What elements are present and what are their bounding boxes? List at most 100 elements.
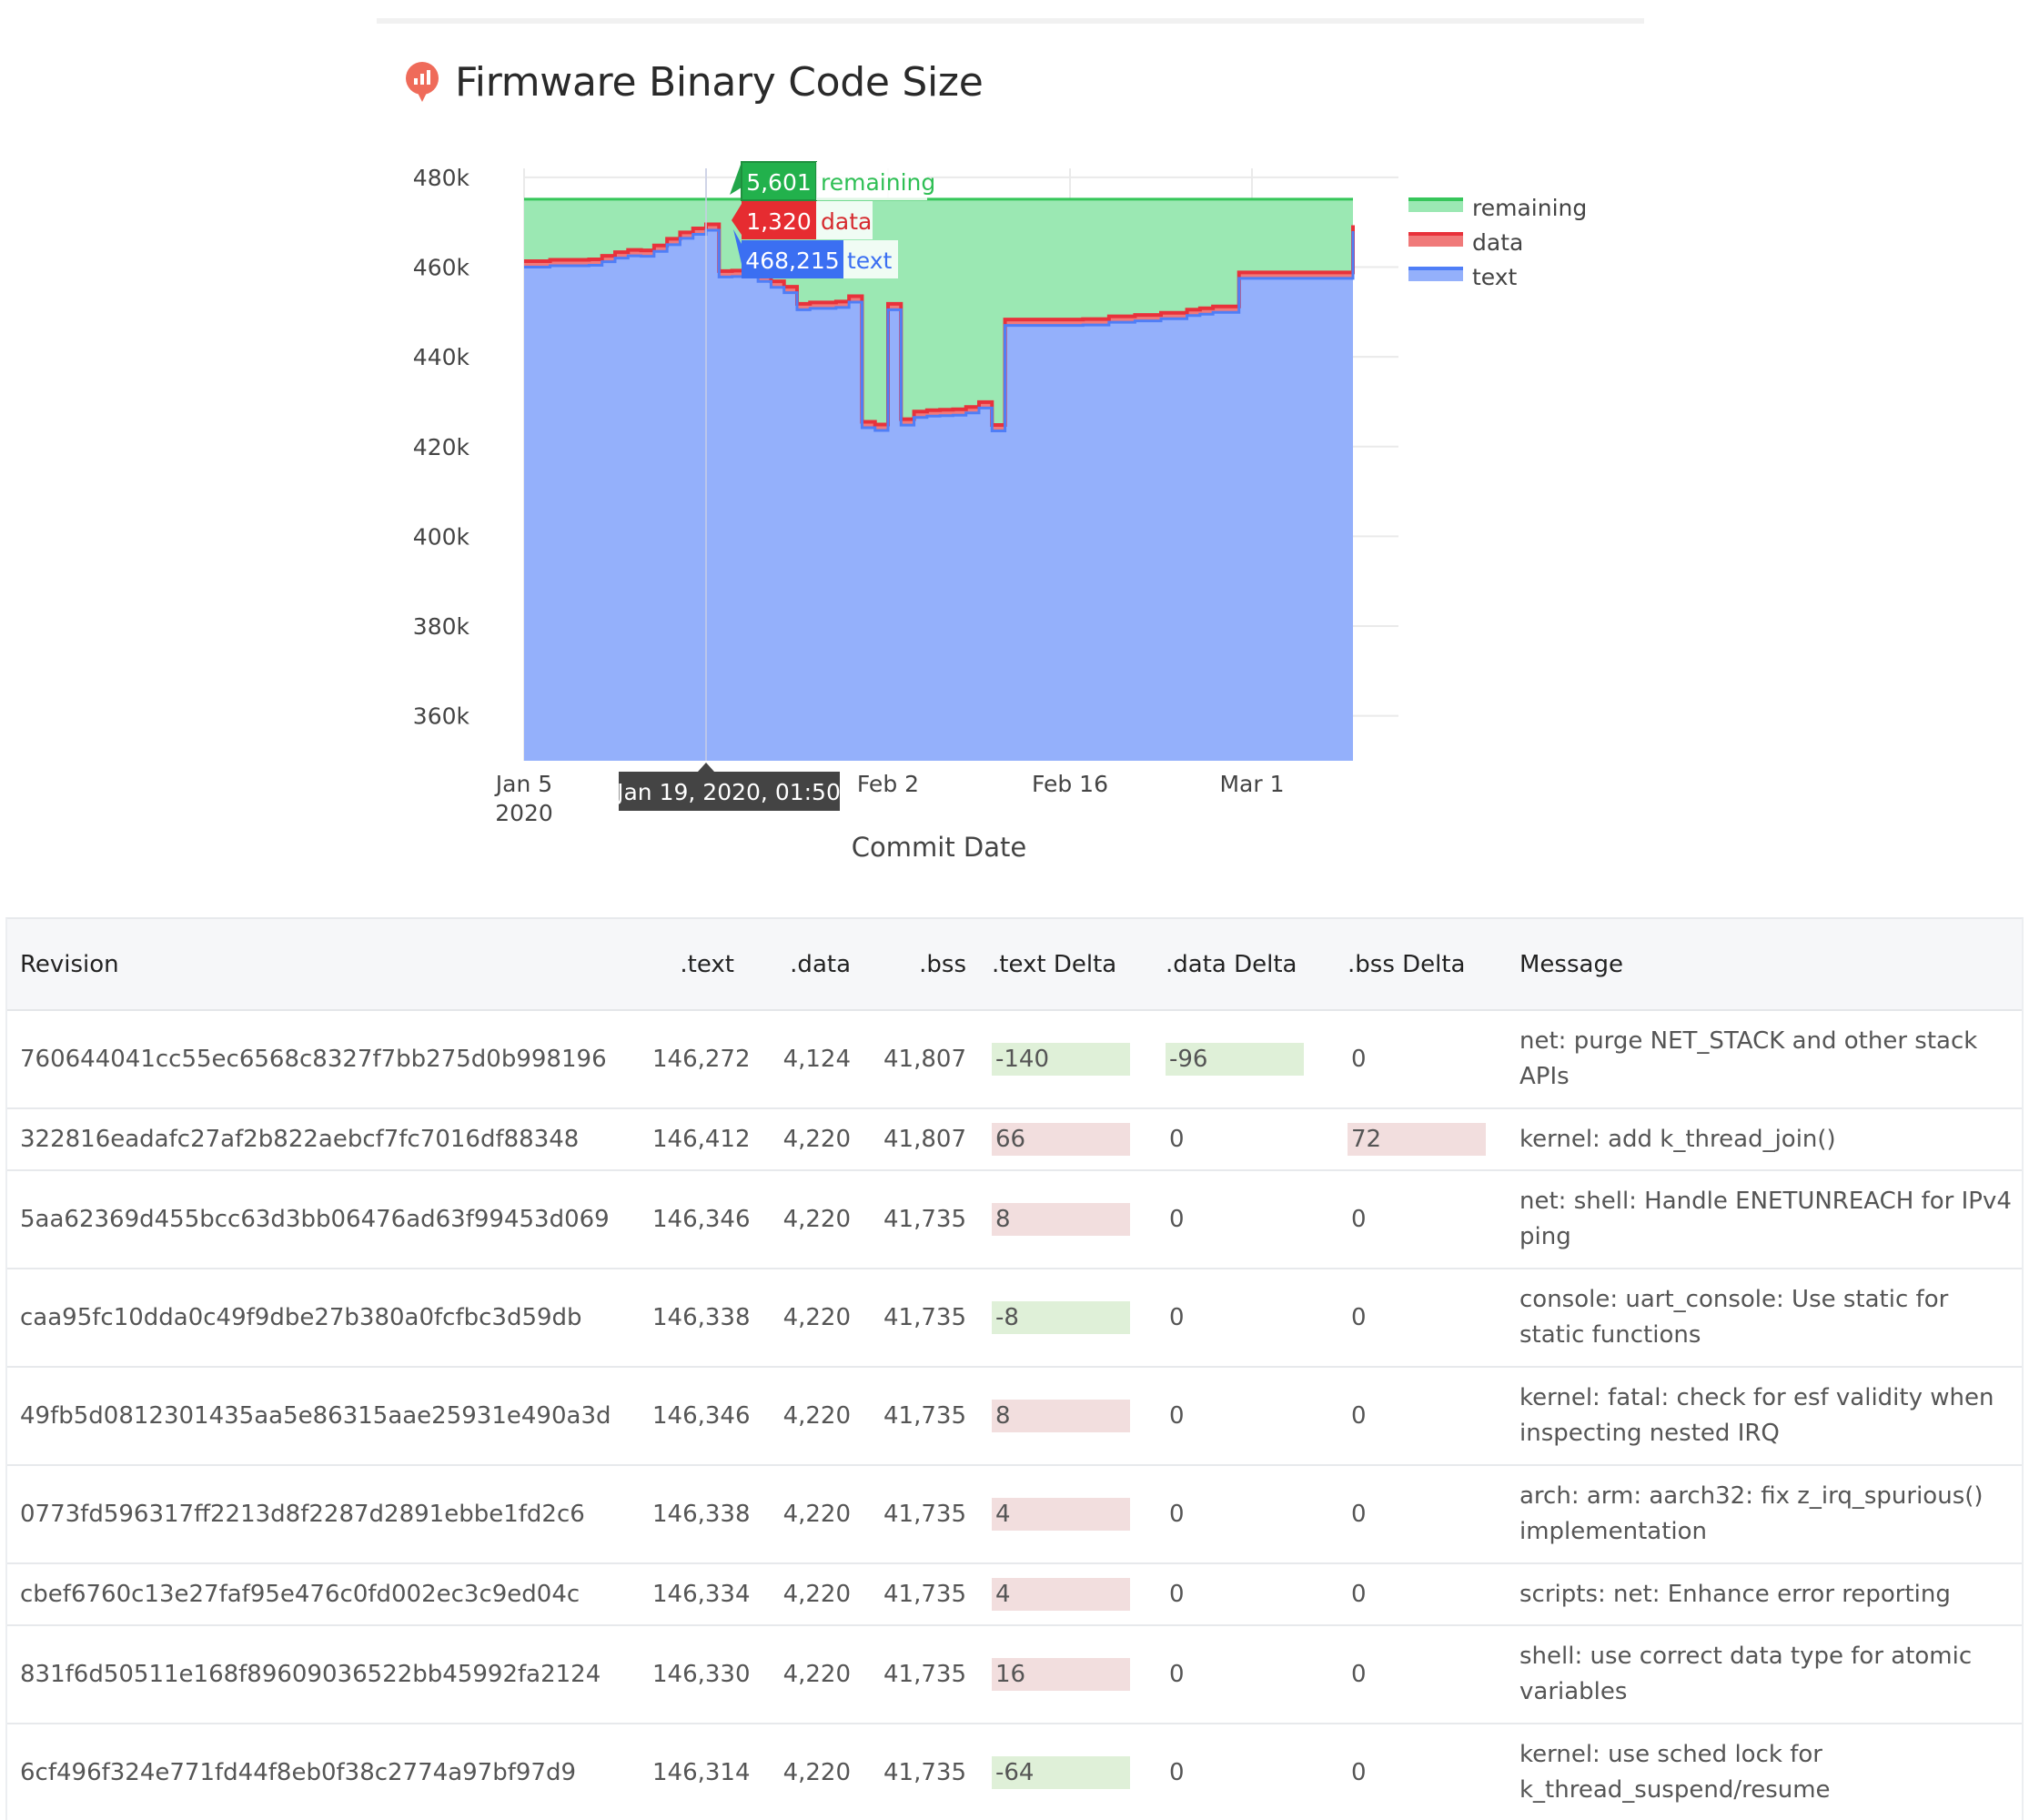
text-delta: 4 — [992, 1577, 1130, 1611]
y-tick-label: 420k — [413, 434, 470, 460]
y-tick-label: 360k — [413, 703, 470, 730]
commit-message: net: shell: Handle ENETUNREACH for IPv4 … — [1507, 1170, 2022, 1269]
text-delta-cell: 4 — [979, 1465, 1153, 1564]
bss-size: 41,735 — [863, 1724, 979, 1820]
table-row[interactable]: 831f6d50511e168f89609036522bb45992fa2124… — [7, 1625, 2022, 1724]
code-size-chart[interactable]: 360k 380k 400k 420k 440k 460k 480k Jan 5 2020 Ja… — [0, 0, 2029, 901]
text-size: 146,314 — [640, 1724, 751, 1820]
x-tick-label: Jan 5 — [494, 771, 552, 797]
commit-message: kernel: use sched lock for k_thread_susp… — [1507, 1724, 2022, 1820]
bss-delta-cell: 0 — [1335, 1563, 1507, 1626]
header-bss[interactable]: .bss — [863, 919, 979, 1011]
hover-remaining-pointer — [730, 162, 742, 195]
text-delta: 4 — [992, 1497, 1130, 1531]
data-size: 4,220 — [747, 1170, 863, 1269]
commit-message: arch: arm: aarch32: fix z_irq_spurious()… — [1507, 1465, 2022, 1564]
table-row[interactable]: 0773fd596317ff2213d8f2287d2891ebbe1fd2c6… — [7, 1465, 2022, 1564]
revision-hash: 760644041cc55ec6568c8327f7bb275d0b998196 — [7, 1010, 640, 1109]
data-size: 4,220 — [747, 1108, 863, 1171]
bss-delta-cell: 72 — [1335, 1108, 1507, 1171]
chart-legend[interactable]: remaining data text — [1408, 195, 1587, 290]
data-size: 4,220 — [747, 1465, 863, 1564]
table-row[interactable]: cbef6760c13e27faf95e476c0fd002ec3c9ed04c… — [7, 1563, 2022, 1626]
legend-label: remaining — [1472, 195, 1587, 221]
revision-hash: 831f6d50511e168f89609036522bb45992fa2124 — [7, 1625, 640, 1724]
chart-areas[interactable] — [524, 197, 1355, 761]
x-tick-label: Feb 2 — [857, 771, 919, 797]
hover-text-value: 468,215 — [745, 248, 839, 274]
data-delta-cell: 0 — [1153, 1465, 1335, 1564]
data-delta-cell: 0 — [1153, 1367, 1335, 1466]
hover-text-name: text — [847, 248, 893, 274]
table-row[interactable]: 5aa62369d455bcc63d3bb06476ad63f99453d069… — [7, 1170, 2022, 1269]
table-row[interactable]: 760644041cc55ec6568c8327f7bb275d0b998196… — [7, 1010, 2022, 1109]
header-data[interactable]: .data — [747, 919, 863, 1011]
data-size: 4,220 — [747, 1269, 863, 1368]
data-delta-cell: 0 — [1153, 1563, 1335, 1626]
data-delta: 0 — [1169, 1580, 1185, 1608]
revision-hash: 49fb5d0812301435aa5e86315aae25931e490a3d — [7, 1367, 640, 1466]
header-bss-delta[interactable]: .bss Delta — [1335, 919, 1507, 1011]
revision-hash: caa95fc10dda0c49f9dbe27b380a0fcfbc3d59db — [7, 1269, 640, 1368]
hover-data-name: data — [821, 208, 872, 235]
header-text-delta[interactable]: .text Delta — [979, 919, 1153, 1011]
text-delta-cell: 8 — [979, 1170, 1153, 1269]
data-delta: -96 — [1166, 1042, 1304, 1076]
text-size: 146,346 — [640, 1367, 751, 1466]
hover-data-value: 1,320 — [746, 208, 812, 235]
revision-hash: cbef6760c13e27faf95e476c0fd002ec3c9ed04c — [7, 1563, 640, 1626]
text-delta-cell: 16 — [979, 1625, 1153, 1724]
bss-delta: 0 — [1351, 1205, 1367, 1233]
data-delta: 0 — [1169, 1303, 1185, 1331]
data-swatch-icon — [1408, 234, 1463, 247]
revisions-table-container: Revision .text .data .bss .text Delta .d… — [5, 917, 2024, 1820]
data-size: 4,124 — [747, 1010, 863, 1109]
revision-hash: 6cf496f324e771fd44f8eb0f38c2774a97bf97d9 — [7, 1724, 640, 1820]
legend-item-data[interactable]: data — [1408, 229, 1523, 256]
hover-date-pointer — [697, 763, 714, 772]
bss-size: 41,735 — [863, 1465, 979, 1564]
y-tick-label: 400k — [413, 523, 470, 550]
data-delta: 0 — [1169, 1205, 1185, 1233]
bss-delta-cell: 0 — [1335, 1010, 1507, 1109]
commit-message: console: uart_console: Use static for st… — [1507, 1269, 2022, 1368]
hover-remaining-value: 5,601 — [746, 169, 812, 196]
data-delta-cell: 0 — [1153, 1269, 1335, 1368]
data-size: 4,220 — [747, 1367, 863, 1466]
bss-delta: 0 — [1351, 1401, 1367, 1430]
text-size: 146,346 — [640, 1170, 751, 1269]
text-delta-cell: -8 — [979, 1269, 1153, 1368]
bss-delta: 72 — [1348, 1122, 1486, 1156]
table-row[interactable]: 322816eadafc27af2b822aebcf7fc7016df88348… — [7, 1108, 2022, 1171]
text-delta: 16 — [992, 1657, 1130, 1691]
header-data-delta[interactable]: .data Delta — [1153, 919, 1335, 1011]
bss-delta: 0 — [1351, 1500, 1367, 1528]
y-tick-label: 480k — [413, 165, 470, 191]
bss-delta-cell: 0 — [1335, 1465, 1507, 1564]
text-delta-cell: -64 — [979, 1724, 1153, 1820]
data-delta: 0 — [1169, 1125, 1185, 1153]
table-row[interactable]: 49fb5d0812301435aa5e86315aae25931e490a3d… — [7, 1367, 2022, 1466]
table-header-row: Revision .text .data .bss .text Delta .d… — [7, 919, 2022, 1011]
y-tick-label: 460k — [413, 255, 470, 281]
text-delta-cell: 8 — [979, 1367, 1153, 1466]
revision-hash: 322816eadafc27af2b822aebcf7fc7016df88348 — [7, 1108, 640, 1171]
legend-item-text[interactable]: text — [1408, 264, 1518, 290]
table-row[interactable]: caa95fc10dda0c49f9dbe27b380a0fcfbc3d59db… — [7, 1269, 2022, 1368]
text-size: 146,272 — [640, 1010, 751, 1109]
header-text[interactable]: .text — [640, 919, 747, 1011]
header-revision[interactable]: Revision — [7, 919, 640, 1011]
text-delta: 66 — [992, 1122, 1130, 1156]
legend-item-remaining[interactable]: remaining — [1408, 195, 1587, 221]
commit-message: scripts: net: Enhance error reporting — [1507, 1563, 2022, 1626]
table-row[interactable]: 6cf496f324e771fd44f8eb0f38c2774a97bf97d9… — [7, 1724, 2022, 1820]
bss-size: 41,735 — [863, 1367, 979, 1466]
data-delta-cell: -96 — [1153, 1010, 1335, 1109]
header-message[interactable]: Message — [1507, 919, 2022, 1011]
bss-size: 41,807 — [863, 1010, 979, 1109]
text-delta-cell: -140 — [979, 1010, 1153, 1109]
bss-size: 41,735 — [863, 1170, 979, 1269]
bss-size: 41,735 — [863, 1625, 979, 1724]
text-delta: 8 — [992, 1202, 1130, 1236]
data-delta-cell: 0 — [1153, 1170, 1335, 1269]
